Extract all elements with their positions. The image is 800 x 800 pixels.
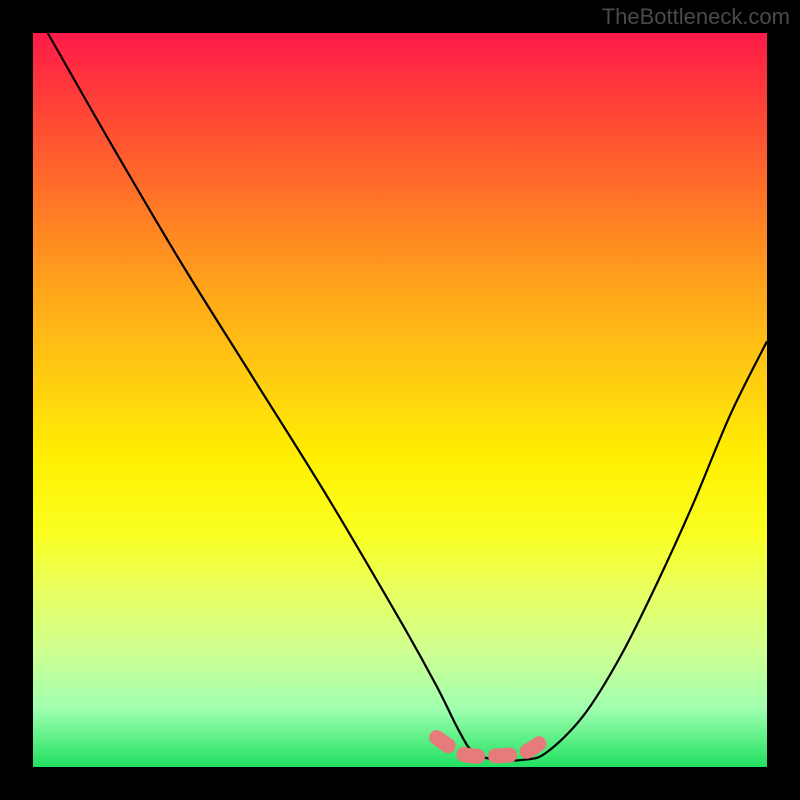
chart-plot-area	[33, 33, 767, 767]
bottleneck-curve	[33, 33, 767, 767]
watermark-text: TheBottleneck.com	[602, 4, 790, 30]
optimal-zone-marker	[33, 33, 767, 767]
